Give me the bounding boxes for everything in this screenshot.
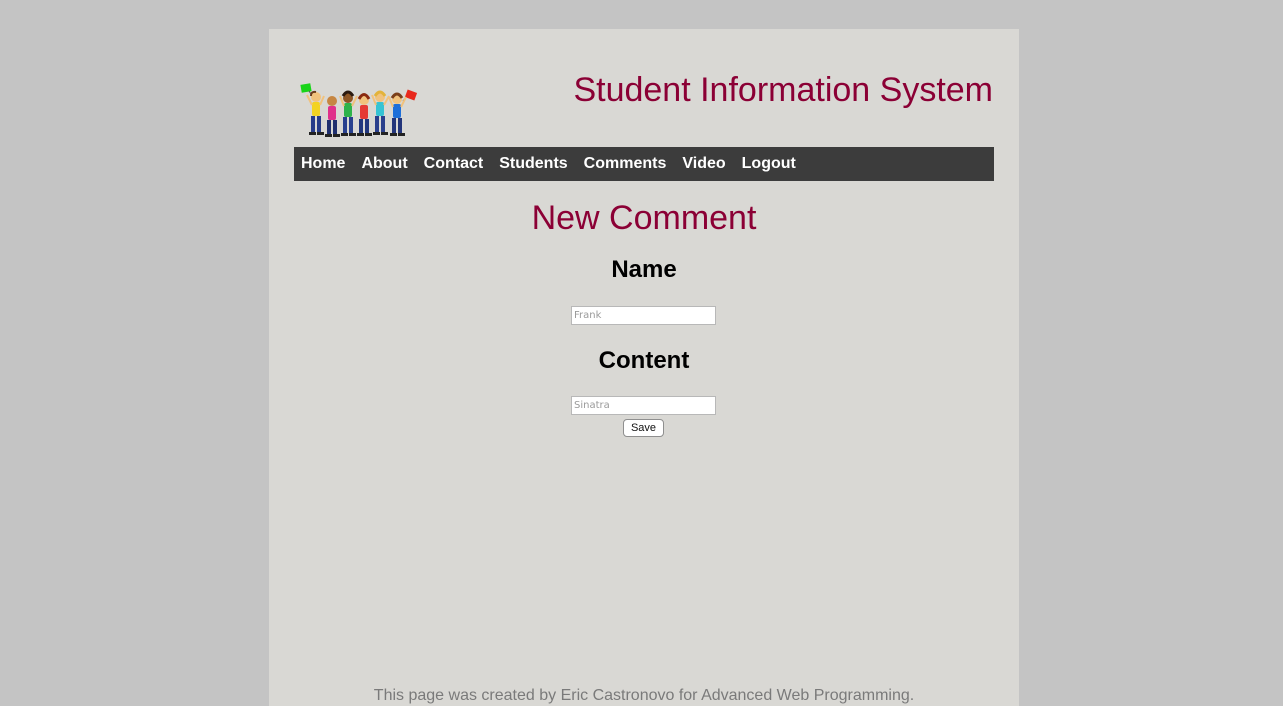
- page-container: Student Information System Home About Co…: [269, 29, 1019, 706]
- name-input[interactable]: [571, 306, 716, 325]
- save-button[interactable]: Save: [623, 419, 664, 437]
- students-logo-image: [300, 83, 418, 137]
- nav-link-about[interactable]: About: [361, 155, 407, 173]
- footer-credit: This page was created by Eric Castronovo…: [373, 687, 915, 704]
- site-title: Student Information System: [573, 71, 993, 109]
- content-label: Content: [598, 347, 690, 374]
- nav-link-contact[interactable]: Contact: [424, 155, 484, 173]
- nav-link-home[interactable]: Home: [301, 155, 345, 173]
- nav-link-comments[interactable]: Comments: [584, 155, 667, 173]
- main-navbar: Home About Contact Students Comments Vid…: [294, 147, 994, 181]
- nav-link-students[interactable]: Students: [499, 155, 567, 173]
- content-input[interactable]: [571, 396, 716, 415]
- page-heading: New Comment: [531, 199, 757, 237]
- nav-link-video[interactable]: Video: [682, 155, 725, 173]
- name-label: Name: [611, 256, 677, 283]
- nav-link-logout[interactable]: Logout: [742, 155, 796, 173]
